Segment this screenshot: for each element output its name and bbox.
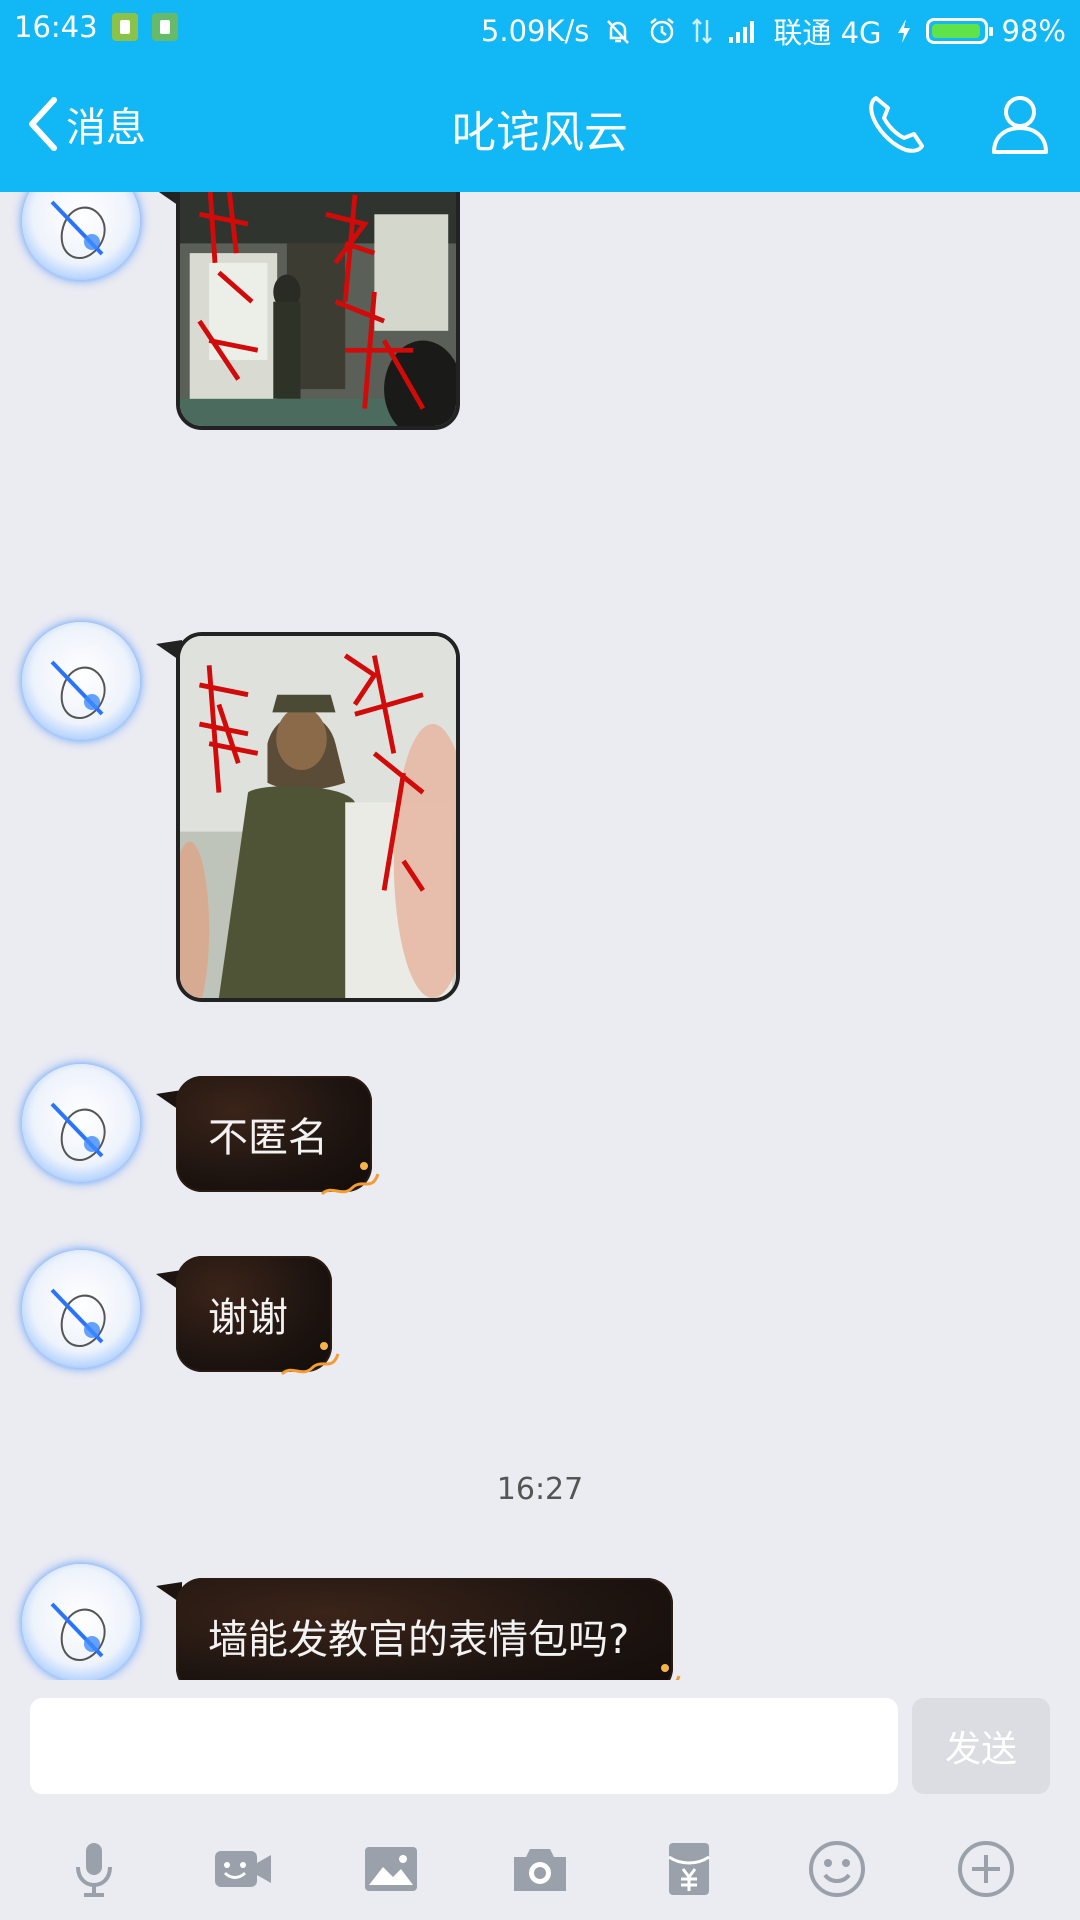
- image-message[interactable]: [176, 632, 460, 1002]
- image-message[interactable]: [176, 192, 460, 430]
- shield-icon: [111, 13, 138, 41]
- red-packet-button[interactable]: [653, 1833, 725, 1905]
- avatar[interactable]: [22, 192, 140, 280]
- charging-icon: [897, 19, 910, 43]
- avatar[interactable]: [22, 1564, 140, 1680]
- carrier-label: 联通 4G: [773, 16, 882, 50]
- status-bar: 16:43 5.09K/s 联通 4G 98%: [0, 0, 1080, 56]
- status-time: 16:43: [14, 10, 98, 44]
- chat-area[interactable]: 不匿名 谢谢 16:27 墙能发教官的表情包吗?: [0, 192, 1080, 1680]
- input-bar: 发送: [0, 1680, 1080, 1920]
- photo-thumbnail: [180, 192, 456, 426]
- mute-bell-icon: [607, 20, 630, 44]
- camera-button[interactable]: [504, 1833, 576, 1905]
- network-speed: 5.09K/s: [480, 14, 590, 48]
- battery-percent: 98%: [1001, 14, 1066, 48]
- message-text: 墙能发教官的表情包吗?: [208, 1617, 630, 1663]
- phone-icon[interactable]: [862, 88, 934, 160]
- bubble-decoration-icon: [320, 1162, 380, 1196]
- input-toolbar: [0, 1826, 1080, 1912]
- avatar[interactable]: [22, 1250, 140, 1368]
- battery-icon: [925, 18, 993, 44]
- alarm-icon: [650, 18, 675, 44]
- photo-thumbnail: [180, 636, 456, 998]
- microphone-icon: [76, 1843, 113, 1897]
- avatar[interactable]: [22, 622, 140, 740]
- message-timestamp: 16:27: [496, 1472, 584, 1507]
- emoji-icon: [809, 1841, 866, 1897]
- video-call-button[interactable]: [207, 1833, 279, 1905]
- send-button[interactable]: 发送: [912, 1698, 1050, 1794]
- text-message[interactable]: 墙能发教官的表情包吗?: [176, 1578, 681, 1680]
- message-text: 谢谢: [208, 1295, 288, 1341]
- chat-header: 消息 叱诧风云: [0, 56, 1080, 192]
- sim-icon: [151, 13, 178, 41]
- text-message[interactable]: 不匿名: [176, 1076, 380, 1196]
- image-button[interactable]: [355, 1833, 427, 1905]
- bubble-decoration-icon: [280, 1342, 340, 1376]
- message-input[interactable]: [30, 1698, 898, 1794]
- bubble-decoration-icon: [661, 1664, 681, 1680]
- video-call-icon: [214, 1851, 271, 1887]
- text-message[interactable]: 谢谢: [176, 1256, 340, 1376]
- voice-button[interactable]: [58, 1833, 130, 1905]
- more-button[interactable]: [950, 1833, 1022, 1905]
- data-arrows-icon: [692, 18, 713, 44]
- camera-icon: [513, 1849, 566, 1891]
- signal-icon: [729, 21, 755, 43]
- emoji-button[interactable]: [801, 1833, 873, 1905]
- red-packet-icon: [667, 1843, 710, 1895]
- message-text: 不匿名: [208, 1115, 328, 1161]
- plus-icon: [957, 1841, 1014, 1897]
- image-icon: [365, 1847, 418, 1891]
- avatar[interactable]: [22, 1064, 140, 1182]
- profile-icon[interactable]: [984, 88, 1056, 160]
